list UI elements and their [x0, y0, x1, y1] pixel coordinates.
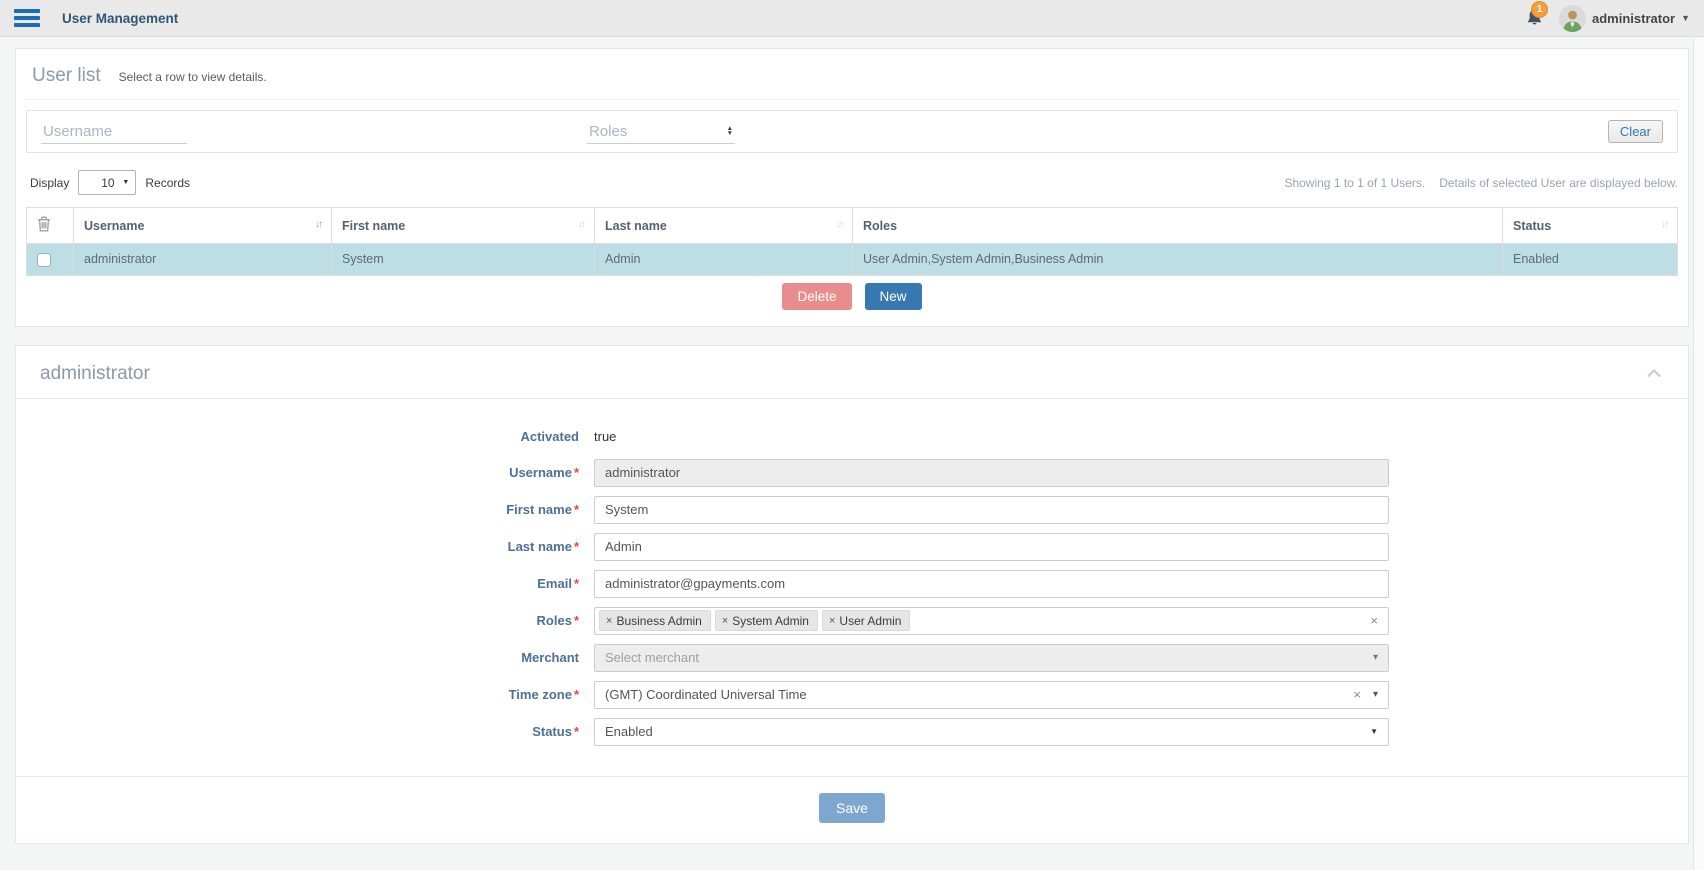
clear-roles-icon[interactable]: × [1370, 613, 1378, 628]
showing-summary: Showing 1 to 1 of 1 Users. [1284, 176, 1425, 190]
notifications-button[interactable]: 1 [1521, 5, 1547, 31]
last-name-label: Last name* [16, 539, 594, 554]
merchant-placeholder: Select merchant [605, 650, 699, 665]
sort-icon: ↓↑ [1661, 219, 1667, 230]
sort-icon: ↓↑ [578, 219, 584, 230]
email-label: Email* [16, 576, 594, 591]
user-menu[interactable]: administrator ▼ [1559, 5, 1690, 32]
cell-first-name: System [332, 244, 595, 276]
caret-down-icon: ▼ [122, 179, 129, 186]
username-filter-input[interactable] [41, 120, 187, 144]
required-marker: * [574, 724, 579, 739]
role-tag: ×Business Admin [599, 610, 711, 631]
collapse-button[interactable] [1644, 364, 1664, 383]
remove-tag-icon[interactable]: × [606, 615, 612, 627]
user-detail-panel: administrator Activated true Username* F… [15, 345, 1689, 844]
time-zone-select[interactable]: (GMT) Coordinated Universal Time × ▾ [594, 681, 1389, 709]
user-avatar-icon [1559, 5, 1586, 32]
merchant-label: Merchant [16, 650, 594, 665]
cell-last-name: Admin [595, 244, 853, 276]
required-marker: * [574, 687, 579, 702]
chevron-up-icon [1646, 366, 1662, 381]
column-header-status[interactable]: Status ↓↑ [1503, 208, 1678, 244]
records-label: Records [145, 176, 190, 190]
caret-down-icon: ▾ [1373, 652, 1378, 663]
page-size-select[interactable]: 10 ▼ [78, 170, 136, 195]
user-list-panel: User list Select a row to view details. … [15, 48, 1689, 327]
user-list-subtitle: Select a row to view details. [119, 70, 267, 84]
first-name-label: First name* [16, 502, 594, 517]
required-marker: * [574, 465, 579, 480]
required-marker: * [574, 502, 579, 517]
column-header-username[interactable]: Username ↓↑ [74, 208, 332, 244]
delete-column-header[interactable] [27, 208, 74, 244]
column-header-last-name[interactable]: Last name ↓↑ [595, 208, 853, 244]
username-label: Username* [16, 465, 594, 480]
caret-down-icon: ▾ [1373, 689, 1378, 700]
clear-time-zone-icon[interactable]: × [1353, 687, 1361, 702]
row-checkbox[interactable] [37, 253, 51, 267]
new-button[interactable]: New [865, 283, 922, 310]
required-marker: * [574, 576, 579, 591]
roles-multiselect[interactable]: ×Business Admin ×System Admin ×User Admi… [594, 607, 1389, 635]
detail-title: administrator [40, 363, 150, 385]
roles-filter-label: Roles [589, 123, 627, 140]
role-tag: ×System Admin [715, 610, 818, 631]
save-button[interactable]: Save [819, 793, 885, 823]
roles-filter-select[interactable]: Roles ▲▼ [587, 120, 735, 144]
activated-label: Activated [16, 429, 594, 444]
cell-username: administrator [74, 244, 332, 276]
roles-label: Roles* [16, 613, 594, 628]
details-hint: Details of selected User are displayed b… [1439, 176, 1678, 190]
display-label: Display [30, 176, 69, 190]
sort-icon: ↓↑ [836, 219, 842, 230]
page-size-value: 10 [93, 176, 122, 190]
menu-icon[interactable] [14, 9, 40, 27]
clear-button[interactable]: Clear [1608, 120, 1663, 143]
caret-down-icon: ▼ [1370, 727, 1378, 736]
topbar: User Management 1 administrator ▼ [0, 0, 1704, 37]
merchant-select: Select merchant ▾ [594, 644, 1389, 672]
cell-roles: User Admin,System Admin,Business Admin [853, 244, 1503, 276]
column-header-first-name[interactable]: First name ↓↑ [332, 208, 595, 244]
required-marker: * [574, 539, 579, 554]
role-tag: ×User Admin [822, 610, 910, 631]
page-title: User Management [62, 11, 178, 26]
sort-icon: ↓↑ [315, 219, 321, 230]
delete-button[interactable]: Delete [782, 283, 851, 310]
username-input [594, 459, 1389, 487]
column-header-roles[interactable]: Roles [853, 208, 1503, 244]
time-zone-label: Time zone* [16, 687, 594, 702]
users-table: Username ↓↑ First name ↓↑ Last name ↓↑ R… [26, 207, 1678, 276]
notification-badge: 1 [1531, 1, 1548, 18]
time-zone-value: (GMT) Coordinated Universal Time [605, 687, 807, 702]
remove-tag-icon[interactable]: × [722, 615, 728, 627]
spinner-icon: ▲▼ [727, 126, 733, 137]
last-name-input[interactable] [594, 533, 1389, 561]
email-input[interactable] [594, 570, 1389, 598]
chevron-down-icon: ▼ [1681, 13, 1690, 23]
trash-icon [37, 221, 51, 235]
activated-value: true [594, 429, 616, 444]
filter-bar: Roles ▲▼ Clear [26, 110, 1678, 153]
scrollbar[interactable] [1693, 38, 1704, 870]
user-menu-label: administrator [1592, 11, 1675, 26]
table-row[interactable]: administrator System Admin User Admin,Sy… [27, 244, 1678, 276]
cell-status: Enabled [1503, 244, 1678, 276]
status-select[interactable]: Enabled ▼ [594, 718, 1389, 746]
first-name-input[interactable] [594, 496, 1389, 524]
remove-tag-icon[interactable]: × [829, 615, 835, 627]
required-marker: * [574, 613, 579, 628]
status-label: Status* [16, 724, 594, 739]
user-list-title: User list [32, 65, 101, 87]
status-value: Enabled [605, 724, 653, 739]
